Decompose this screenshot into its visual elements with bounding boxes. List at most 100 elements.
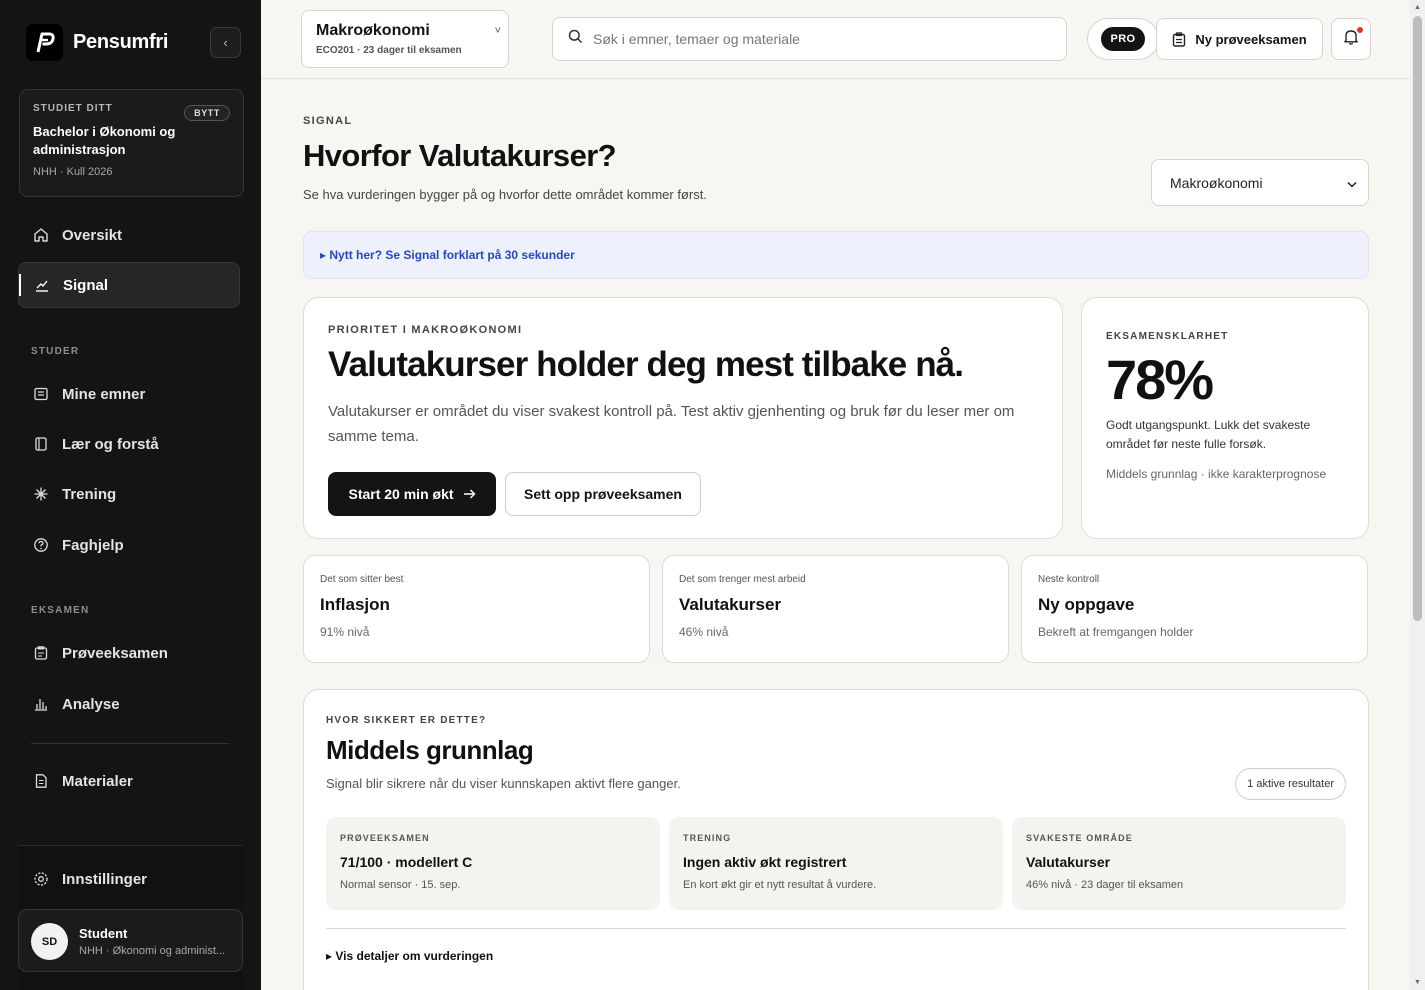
certainty-title: Middels grunnlag xyxy=(326,735,534,765)
tile-value: 71/100 · modellert C xyxy=(340,854,473,870)
stat-value: Ny oppgave xyxy=(1038,595,1135,614)
home-icon xyxy=(33,227,49,243)
intro-banner-toggle[interactable]: ▸ Nytt her? Se Signal forklart på 30 sek… xyxy=(303,231,1369,279)
page-title: Hvorfor Valutakurser? xyxy=(303,138,617,173)
nav-item-analysis[interactable]: Analyse xyxy=(18,681,240,727)
scroll-up-icon[interactable]: ▲ xyxy=(1414,4,1421,11)
search-icon xyxy=(568,29,583,49)
page-scrollbar[interactable]: ▲ ▼ xyxy=(1410,0,1425,990)
start-session-label: Start 20 min økt xyxy=(348,486,454,502)
pro-badge-button[interactable]: PRO xyxy=(1087,18,1159,60)
brand-name: Pensumfri xyxy=(73,31,169,53)
stat-label: Det som sitter best xyxy=(320,574,404,585)
certainty-subtitle: Signal blir sikrere når du viser kunnska… xyxy=(326,776,681,791)
priority-kicker: PRIORITET I MAKROØKONOMI xyxy=(328,324,523,336)
topbar: Makroøkonomi ECO201 · 23 dager til eksam… xyxy=(261,0,1425,79)
stat-value: Valutakurser xyxy=(679,595,782,614)
course-meta: ECO201 · 23 dager til eksamen xyxy=(316,45,462,56)
tile-kicker: SVAKESTE OMRÅDE xyxy=(1026,833,1133,843)
help-icon xyxy=(33,537,49,553)
subject-select-value: Makroøkonomi xyxy=(1170,174,1263,191)
scrollbar-thumb[interactable] xyxy=(1413,16,1422,621)
course-title: Makroøkonomi xyxy=(316,22,430,39)
nav-label: Innstillinger xyxy=(62,870,148,888)
study-meta: NHH · Kull 2026 xyxy=(33,166,113,178)
search-input[interactable] xyxy=(593,31,1033,47)
nav-label: Materialer xyxy=(62,772,133,790)
nav-section-study: STUDER xyxy=(31,346,80,357)
chevron-down-icon: ˅ xyxy=(494,25,501,37)
show-details-toggle[interactable]: ▸ Vis detaljer om vurderingen xyxy=(326,949,493,963)
trend-icon xyxy=(34,277,50,293)
nav-label: Faghjelp xyxy=(62,536,124,554)
nav-label: Prøveeksamen xyxy=(62,644,168,662)
nav-label: Mine emner xyxy=(62,385,146,403)
priority-title: Valutakurser holder deg mest tilbake nå. xyxy=(328,345,964,384)
nav-item-learn[interactable]: Lær og forstå xyxy=(18,421,240,467)
nav-item-my-courses[interactable]: Mine emner xyxy=(18,371,240,417)
page-kicker: SIGNAL xyxy=(303,115,353,127)
priority-card: PRIORITET I MAKROØKONOMI Valutakurser ho… xyxy=(303,297,1063,539)
nav-label: Oversikt xyxy=(62,226,123,244)
stat-card-strongest: Det som sitter best Inflasjon 91% nivå xyxy=(303,555,650,663)
chevron-left-icon: ‹ xyxy=(223,35,228,50)
nav-item-signal[interactable]: Signal xyxy=(18,262,240,308)
scroll-down-icon[interactable]: ▼ xyxy=(1414,979,1421,986)
user-meta: NHH · Økonomi og administ... xyxy=(79,945,226,957)
readiness-kicker: EKSAMENSKLARHET xyxy=(1106,331,1229,342)
bar-chart-icon xyxy=(33,696,49,712)
logo[interactable] xyxy=(26,24,63,61)
stat-label: Neste kontroll xyxy=(1038,574,1100,585)
sidebar: Pensumfri ‹ STUDIET DITT BYTT Bachelor i… xyxy=(0,0,261,990)
gear-icon xyxy=(33,871,49,887)
active-results-badge: 1 aktive resultater xyxy=(1235,768,1346,800)
collapse-sidebar-button[interactable]: ‹ xyxy=(210,27,241,58)
nav-label: Signal xyxy=(63,276,109,294)
chevron-down-icon xyxy=(1347,175,1357,191)
certainty-divider xyxy=(326,928,1346,929)
study-name: Bachelor i Økonomi og administrasjon xyxy=(33,124,176,157)
tile-kicker: PRØVEEKSAMEN xyxy=(340,833,430,843)
document-icon xyxy=(33,773,49,789)
evidence-tile-training: TRENING Ingen aktiv økt registrert En ko… xyxy=(669,817,1003,910)
priority-text: Valutakurser er området du viser svakest… xyxy=(328,403,1015,445)
book-icon xyxy=(33,436,49,452)
study-card: STUDIET DITT BYTT Bachelor i Økonomi og … xyxy=(19,89,244,197)
subject-select[interactable]: Makroøkonomi xyxy=(1151,159,1369,206)
setup-mock-exam-button[interactable]: Sett opp prøveeksamen xyxy=(505,472,701,516)
notification-dot xyxy=(1357,27,1363,33)
stat-card-next-check: Neste kontroll Ny oppgave Bekreft at fre… xyxy=(1021,555,1368,663)
swap-study-button[interactable]: BYTT xyxy=(184,105,230,121)
user-name: Student xyxy=(79,926,128,941)
nav-item-training[interactable]: Trening xyxy=(18,471,240,517)
evidence-tile-mock-exam: PRØVEEKSAMEN 71/100 · modellert C Normal… xyxy=(326,817,660,910)
nav-item-overview[interactable]: Oversikt xyxy=(18,212,240,258)
readiness-value: 78% xyxy=(1106,348,1214,411)
start-session-button[interactable]: Start 20 min økt xyxy=(328,472,496,516)
course-selector[interactable]: Makroøkonomi ECO201 · 23 dager til eksam… xyxy=(301,10,509,68)
new-mock-exam-label: Ny prøveeksamen xyxy=(1195,31,1307,47)
nav-item-settings[interactable]: Innstillinger xyxy=(18,856,240,902)
new-mock-exam-button[interactable]: Ny prøveeksamen xyxy=(1156,18,1323,60)
list-icon xyxy=(33,386,49,402)
nav-item-materials[interactable]: Materialer xyxy=(18,758,240,804)
pro-badge: PRO xyxy=(1101,27,1145,51)
certainty-card: HVOR SIKKERT ER DETTE? Middels grunnlag … xyxy=(303,689,1369,990)
nav-item-mock-exam[interactable]: Prøveeksamen xyxy=(18,630,240,676)
avatar: SD xyxy=(31,923,68,960)
stat-sub: Bekreft at fremgangen holder xyxy=(1038,625,1194,639)
nav-label: Trening xyxy=(62,485,117,503)
tile-kicker: TRENING xyxy=(683,833,732,843)
nav-item-help[interactable]: Faghjelp xyxy=(18,522,240,568)
search-box[interactable] xyxy=(552,17,1067,61)
tile-sub: En kort økt gir et nytt resultat å vurde… xyxy=(683,879,877,891)
certainty-kicker: HVOR SIKKERT ER DETTE? xyxy=(326,715,487,726)
stat-sub: 91% nivå xyxy=(320,625,370,639)
nav-label: Lær og forstå xyxy=(62,435,159,453)
readiness-meta: Middels grunnlag · ikke karakterprognose xyxy=(1106,467,1327,481)
evidence-tile-weakest-area: SVAKESTE OMRÅDE Valutakurser 46% nivå · … xyxy=(1012,817,1346,910)
arrow-right-icon xyxy=(463,489,476,499)
notifications-button[interactable] xyxy=(1331,18,1371,60)
tile-value: Ingen aktiv økt registrert xyxy=(683,854,847,870)
user-card[interactable]: SD Student NHH · Økonomi og administ... xyxy=(18,909,243,972)
